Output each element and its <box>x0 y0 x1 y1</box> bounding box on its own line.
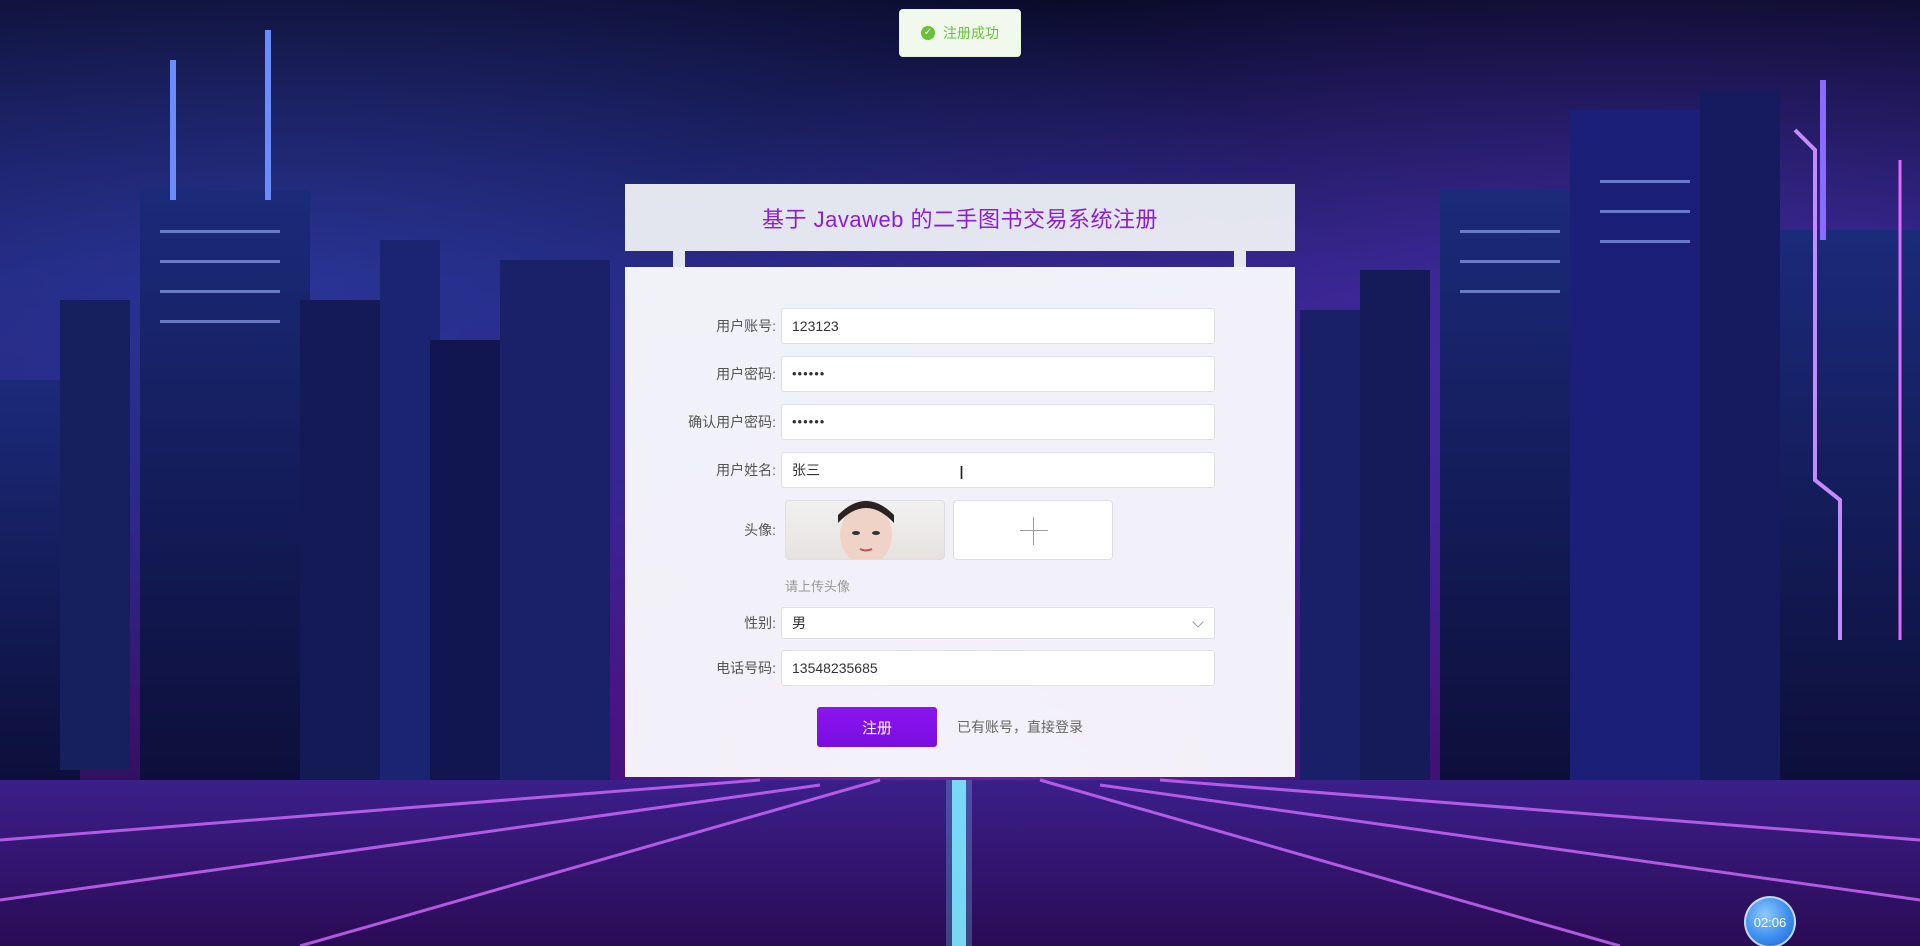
gender-label: 性别: <box>744 615 776 631</box>
avatar-upload-button[interactable] <box>953 500 1113 560</box>
toast-message: 注册成功 <box>943 25 999 41</box>
divider-post <box>1234 251 1246 267</box>
confirm-password-label: 确认用户密码: <box>688 414 776 430</box>
account-label: 用户账号: <box>716 318 776 334</box>
page-title: 基于 Javaweb 的二手图书交易系统注册 <box>625 184 1295 251</box>
avatar-hint: 请上传头像 <box>785 579 851 594</box>
login-link[interactable]: 已有账号，直接登录 <box>957 707 1083 747</box>
success-toast: ✓ 注册成功 <box>899 9 1021 57</box>
phone-row: 电话号码: 13548235685 <box>625 650 1295 686</box>
plus-icon <box>1020 530 1048 531</box>
password-row: 用户密码: •••••• <box>625 356 1295 392</box>
account-row: 用户账号: 123123 <box>625 308 1295 344</box>
confirm-password-row: 确认用户密码: •••••• <box>625 404 1295 440</box>
gender-selected-value: 男 <box>792 615 806 631</box>
phone-label: 电话号码: <box>716 660 776 676</box>
plus-icon <box>1033 517 1034 545</box>
password-label: 用户密码: <box>716 366 776 382</box>
name-input[interactable]: 张三 <box>781 452 1215 488</box>
clock-widget[interactable]: 02:06 <box>1744 896 1796 946</box>
chevron-down-icon <box>1192 616 1204 628</box>
divider-post <box>673 251 685 267</box>
gender-row: 性别: 男 <box>625 607 1295 639</box>
avatar-preview-image[interactable] <box>785 500 945 560</box>
phone-input[interactable]: 13548235685 <box>781 650 1215 686</box>
check-circle-icon: ✓ <box>921 26 935 40</box>
confirm-password-input[interactable]: •••••• <box>781 404 1215 440</box>
page-title-text: 基于 Javaweb 的二手图书交易系统注册 <box>761 206 1159 232</box>
register-form: 用户账号: 123123 用户密码: •••••• 确认用户密码: ••••••… <box>625 267 1295 777</box>
name-label: 用户姓名: <box>716 462 776 478</box>
avatar-row: 头像: <box>625 500 1295 560</box>
avatar-label: 头像: <box>744 522 776 538</box>
register-button[interactable]: 注册 <box>817 707 937 747</box>
text-cursor-icon: I <box>959 463 965 483</box>
account-input[interactable]: 123123 <box>781 308 1215 344</box>
gender-select[interactable]: 男 <box>781 607 1215 639</box>
clock-time: 02:06 <box>1753 914 1787 930</box>
password-input[interactable]: •••••• <box>781 356 1215 392</box>
